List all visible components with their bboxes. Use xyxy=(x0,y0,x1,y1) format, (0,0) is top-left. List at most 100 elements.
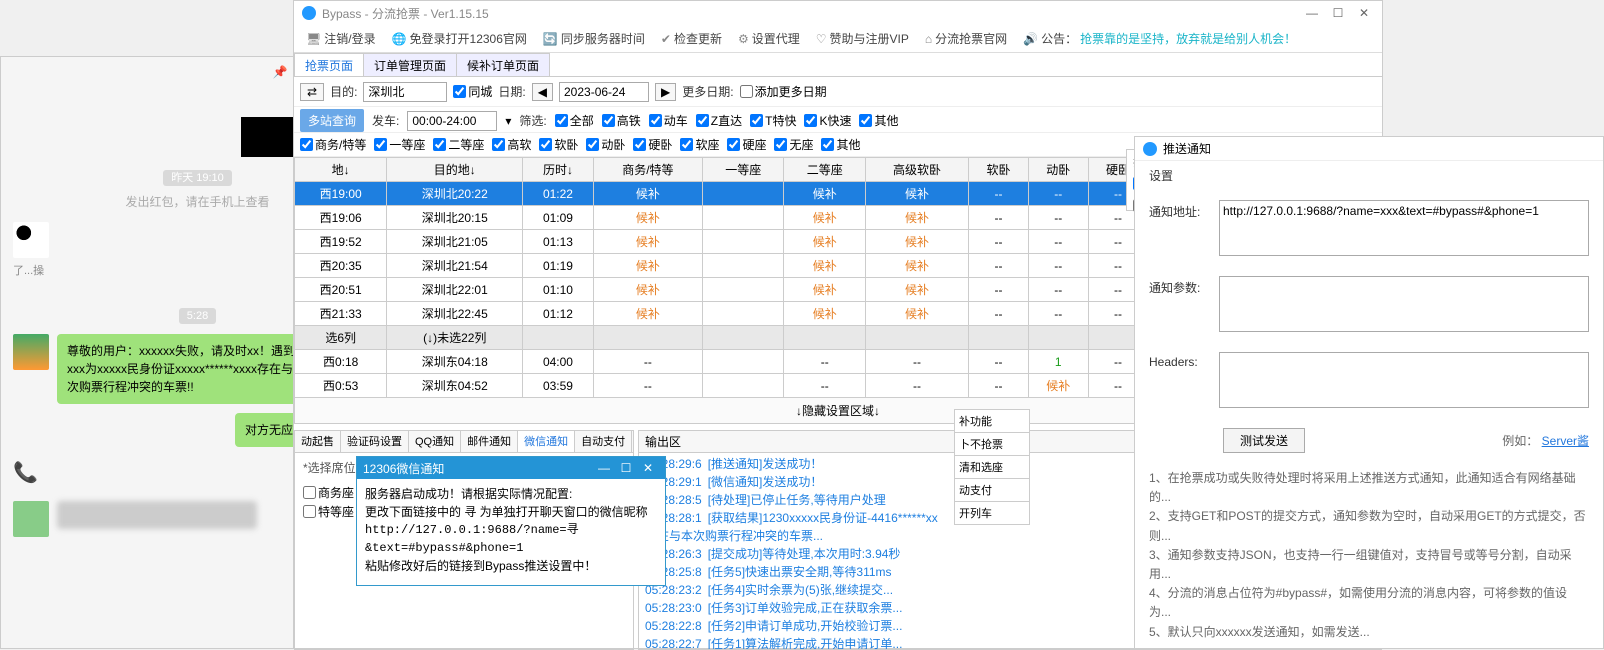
date-input[interactable] xyxy=(559,82,649,102)
date-next-button[interactable]: ▶ xyxy=(655,83,676,101)
table-header[interactable]: 高级软卧 xyxy=(865,158,968,182)
panel-title: 推送通知 xyxy=(1163,140,1211,157)
maximize-icon[interactable]: ☐ xyxy=(615,461,637,475)
table-header[interactable]: 地↓ xyxy=(295,158,387,182)
table-header[interactable]: 一等座 xyxy=(703,158,784,182)
table-header[interactable]: 目的地↓ xyxy=(387,158,523,182)
lower-tab[interactable]: QQ通知 xyxy=(409,431,461,452)
sync-time-button[interactable]: 🔄同步服务器时间 xyxy=(537,30,651,47)
filter-z[interactable]: Z直达 xyxy=(696,112,742,129)
option-item[interactable]: 补功能 xyxy=(954,409,1030,433)
example-label: 例如： Server酱 xyxy=(1502,432,1589,449)
settings-section-label: 设置 xyxy=(1135,161,1603,190)
swap-button[interactable]: ⇄ xyxy=(300,83,324,101)
date-label: 日期: xyxy=(498,83,525,100)
table-header[interactable]: 历时↓ xyxy=(523,158,594,182)
lower-tab[interactable]: 邮件通知 xyxy=(461,431,518,452)
seat-rw[interactable]: 软卧 xyxy=(539,136,578,153)
announcement: 🔊公告：抢票靠的是坚持，放弃就是给别人机会！ xyxy=(1017,30,1302,47)
timestamp: 5:28 xyxy=(179,308,216,324)
more-date-label: 更多日期: xyxy=(682,83,733,100)
seat-rz[interactable]: 软座 xyxy=(680,136,719,153)
minimize-icon[interactable]: — xyxy=(593,461,615,475)
test-send-button[interactable]: 测试发送 xyxy=(1223,428,1305,453)
table-header[interactable]: 商务/特等 xyxy=(593,158,702,182)
table-header[interactable]: 二等座 xyxy=(784,158,865,182)
pin-icon[interactable]: 📌 xyxy=(270,65,290,79)
official-site-button[interactable]: ⌂分流抢票官网 xyxy=(919,30,1013,47)
seat-1[interactable]: 一等座 xyxy=(374,136,425,153)
table-header[interactable]: 动卧 xyxy=(1028,158,1088,182)
dest-input[interactable] xyxy=(363,82,447,102)
close-icon[interactable]: ✕ xyxy=(1354,6,1374,20)
chevron-down-icon[interactable]: ▾ xyxy=(505,114,511,128)
lower-tab[interactable]: 验证码设置 xyxy=(341,431,409,452)
example-link[interactable]: Server酱 xyxy=(1542,434,1589,448)
option-item[interactable]: 清和选座 xyxy=(954,455,1030,479)
vip-button[interactable]: ♡赞助与注册VIP xyxy=(810,30,915,47)
addr-input[interactable]: http://127.0.0.1:9688/?name=xxx&text=#by… xyxy=(1219,200,1589,256)
blurred-message xyxy=(57,501,257,529)
addr-label: 通知地址: xyxy=(1149,200,1209,220)
check-update-button[interactable]: ✔检查更新 xyxy=(655,30,728,47)
app-logo-icon xyxy=(1143,142,1157,156)
same-city-checkbox[interactable]: 同城 xyxy=(453,83,492,100)
sync-icon: 🔄 xyxy=(543,32,558,46)
maximize-icon[interactable]: ☐ xyxy=(1328,6,1348,20)
option-item[interactable]: 动支付 xyxy=(954,478,1030,502)
seat-select-label: *选择席位: xyxy=(303,459,359,476)
tab-orders[interactable]: 订单管理页面 xyxy=(363,53,457,76)
multi-station-button[interactable]: 多站查询 xyxy=(300,109,364,132)
seat-yw[interactable]: 硬卧 xyxy=(633,136,672,153)
minimize-icon[interactable]: — xyxy=(1302,6,1322,20)
filter-d[interactable]: 动车 xyxy=(649,112,688,129)
bypass-titlebar: Bypass - 分流抢票 - Ver1.15.15 — ☐ ✕ xyxy=(294,1,1382,25)
seat-wz[interactable]: 无座 xyxy=(774,136,813,153)
tab-waitlist[interactable]: 候补订单页面 xyxy=(456,53,550,76)
check-icon: ✔ xyxy=(661,32,671,46)
option-item[interactable]: 卜不抢票 xyxy=(954,432,1030,456)
headers-input[interactable] xyxy=(1219,352,1589,408)
seat-other[interactable]: 其他 xyxy=(821,136,860,153)
option-item[interactable]: 开列车 xyxy=(954,501,1030,525)
date-prev-button[interactable]: ◀ xyxy=(532,83,553,101)
notes-text: 1、在抢票成功或失败待处理时将采用上述推送方式通知，此通知适合有网络基础的...… xyxy=(1135,463,1603,648)
seat-dw[interactable]: 动卧 xyxy=(586,136,625,153)
avatar[interactable] xyxy=(13,334,49,370)
speaker-icon: 🔊 xyxy=(1023,32,1038,46)
add-date-checkbox[interactable]: 添加更多日期 xyxy=(740,83,827,100)
lower-tab[interactable]: 微信通知 xyxy=(518,431,575,452)
option-column: 补功能卜不抢票清和选座动支付开列车 xyxy=(954,409,1030,524)
open-12306-button[interactable]: 🌐免登录打开12306官网 xyxy=(386,30,533,47)
seat-2[interactable]: 二等座 xyxy=(433,136,484,153)
depart-time-select[interactable] xyxy=(407,111,497,131)
globe-icon: 🌐 xyxy=(392,32,407,46)
depart-label: 发车: xyxy=(372,112,399,129)
app-logo-icon xyxy=(302,6,316,20)
lower-tab[interactable]: 自动支付 xyxy=(575,431,632,452)
filter-g[interactable]: 高铁 xyxy=(602,112,641,129)
close-icon[interactable]: ✕ xyxy=(637,461,659,475)
seat-gr[interactable]: 高软 xyxy=(492,136,531,153)
message-bubble: 尊敬的用户：xxxxxx失败，请及时xx！遇到的xxx为xxxxx民身份证xxx… xyxy=(57,334,317,404)
params-input[interactable] xyxy=(1219,276,1589,332)
avatar[interactable] xyxy=(13,222,49,258)
lower-tab[interactable]: 动起售 xyxy=(295,431,341,452)
avatar[interactable] xyxy=(13,501,49,537)
search-row: ⇄ 目的: 同城 日期: ◀ ▶ 更多日期: 添加更多日期 xyxy=(294,77,1382,107)
filter-label: 筛选: xyxy=(519,112,546,129)
heart-icon: ♡ xyxy=(816,32,827,46)
seat-yz[interactable]: 硬座 xyxy=(727,136,766,153)
filter-k[interactable]: K快速 xyxy=(804,112,851,129)
seat-sw[interactable]: 商务/特等 xyxy=(300,136,366,153)
login-button[interactable]: 🖥注销/登录 xyxy=(300,30,382,47)
filter-t[interactable]: T特快 xyxy=(750,112,796,129)
main-tabs: 抢票页面 订单管理页面 候补订单页面 xyxy=(294,53,1382,77)
tab-grab[interactable]: 抢票页面 xyxy=(294,53,364,76)
table-header[interactable]: 软卧 xyxy=(969,158,1029,182)
gear-icon: ⚙ xyxy=(738,32,749,46)
wechat-notify-dialog: 12306微信通知 — ☐ ✕ 服务器启动成功！请根据实际情况配置: 更改下面链… xyxy=(356,456,666,586)
filter-other[interactable]: 其他 xyxy=(859,112,898,129)
proxy-button[interactable]: ⚙设置代理 xyxy=(732,30,806,47)
filter-all[interactable]: 全部 xyxy=(555,112,594,129)
